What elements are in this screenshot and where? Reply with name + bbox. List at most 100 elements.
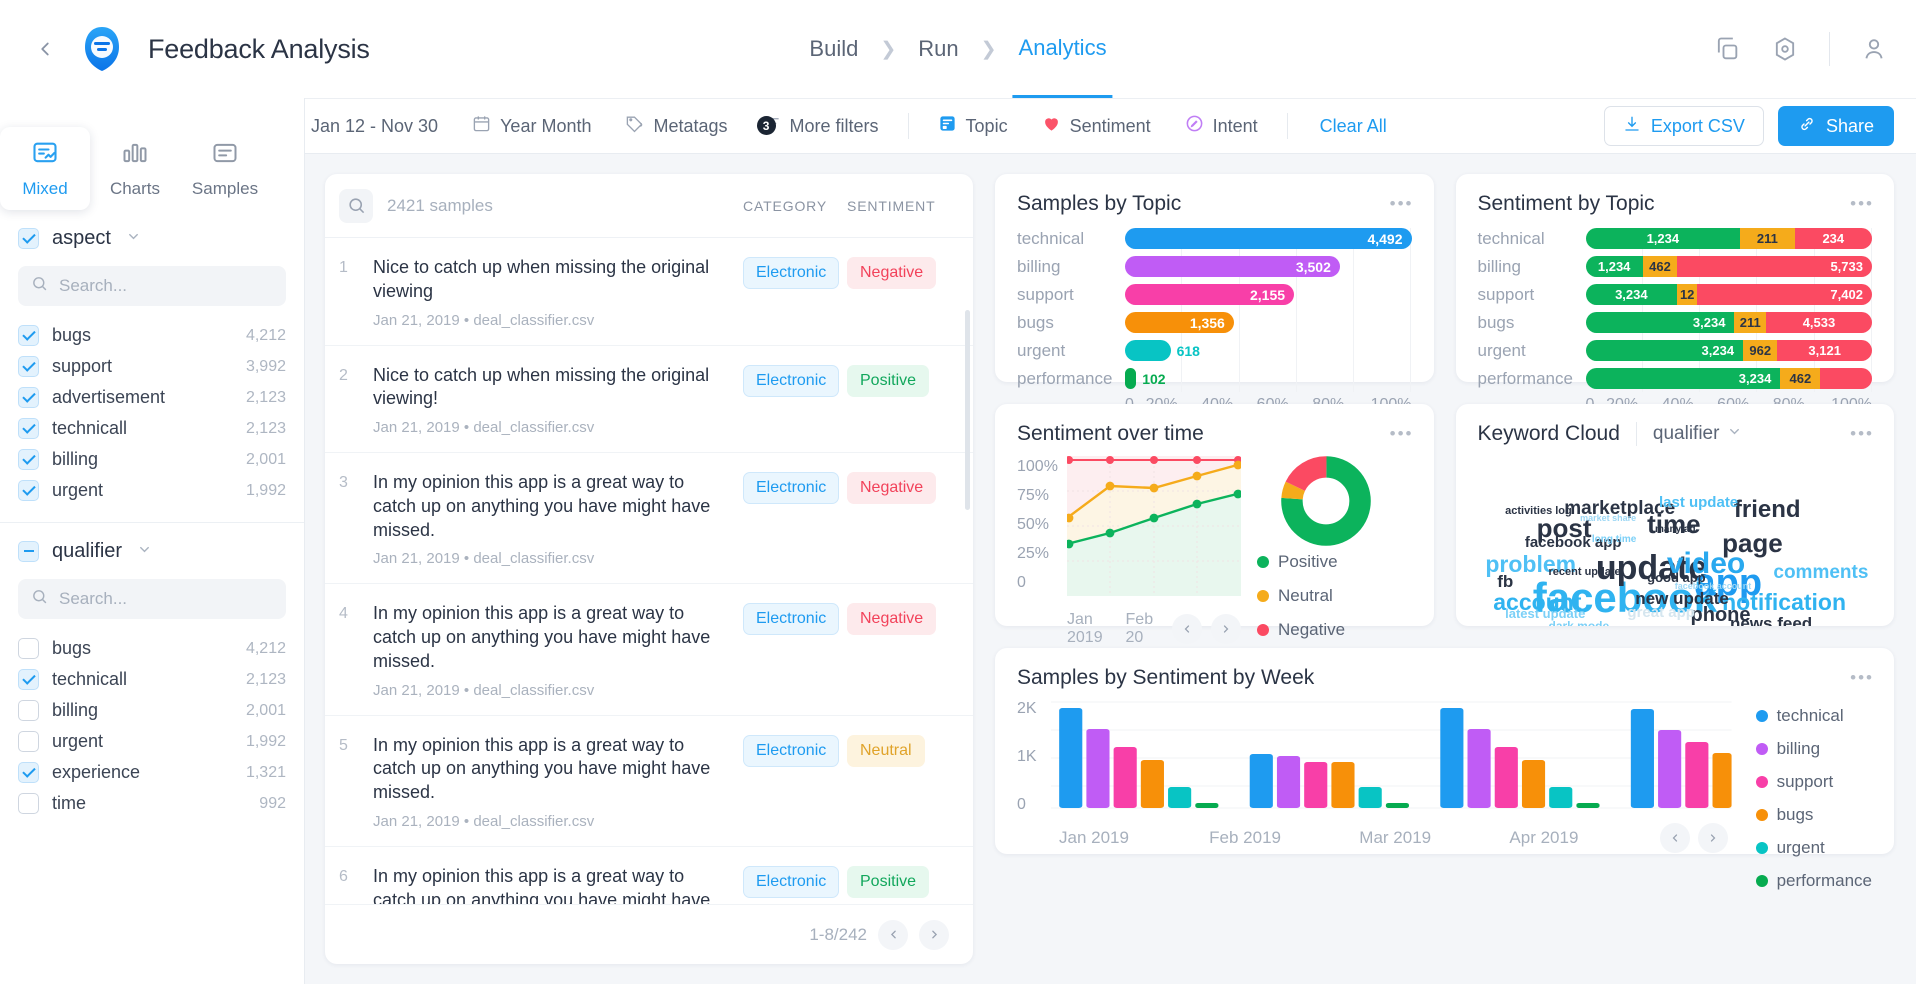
model-chip-topic[interactable]: Topic [921,114,1025,138]
chart-next-button[interactable] [1211,614,1241,644]
filter-more-filters[interactable]: 3 More filters [745,114,896,138]
tab-mixed[interactable]: Mixed [0,127,90,210]
facet-item-checkbox[interactable] [18,762,39,783]
facet-item-checkbox[interactable] [18,669,39,690]
chart-prev-button[interactable] [1659,823,1690,853]
search-icon[interactable] [339,188,373,223]
facet-item[interactable]: billing 2,001 [18,695,286,726]
user-icon[interactable] [1860,35,1888,63]
filter-granularity[interactable]: Year Month [455,114,608,138]
bar-row[interactable]: performance 102 [1017,368,1412,389]
keyword[interactable]: many ad [1655,524,1696,535]
table-row[interactable]: 2 Nice to catch up when missing the orig… [325,346,973,453]
chevron-down-icon[interactable] [126,227,141,250]
keyword[interactable]: great app [1627,604,1695,621]
facet-item-checkbox[interactable] [18,700,39,721]
model-chip-sentiment[interactable]: Sentiment [1025,114,1168,138]
more-icon[interactable]: ••• [1390,194,1414,214]
back-button[interactable] [28,32,62,66]
keyword[interactable]: friend [1734,496,1801,524]
keyword[interactable]: page [1722,528,1783,559]
chevron-down-icon[interactable] [137,540,152,563]
more-icon[interactable]: ••• [1850,194,1874,214]
breadcrumb-item-build[interactable]: Build [803,0,864,98]
table-row[interactable]: 3 In my opinion this app is a great way … [325,453,973,585]
bar-row[interactable]: bugs 1,356 [1017,312,1412,333]
keyword[interactable]: facebook account [1675,581,1752,591]
facet-item[interactable]: billing 2,001 [18,444,286,475]
facet-item-checkbox[interactable] [18,356,39,377]
bar-row[interactable]: technical 1,234 211 234 [1478,228,1873,249]
facet-item-checkbox[interactable] [18,480,39,501]
table-row[interactable]: 1 Nice to catch up when missing the orig… [325,238,973,346]
keyword[interactable]: long time [1592,534,1636,545]
model-chip-intent[interactable]: Intent [1168,114,1275,138]
more-icon[interactable]: ••• [1850,668,1874,688]
keyword[interactable]: recent update [1549,566,1621,578]
bar-row[interactable]: billing 3,502 [1017,256,1412,277]
bar-row[interactable]: performance 3,234 462 [1478,368,1873,389]
keyword[interactable]: news feed [1730,614,1812,627]
facet-item-checkbox[interactable] [18,325,39,346]
samples-scrollbar[interactable] [965,310,970,510]
sentiment-badge[interactable]: Positive [847,364,930,397]
sentiment-badge[interactable]: Neutral [847,734,925,767]
facet-aspect-search-input[interactable] [59,276,273,296]
clear-all-button[interactable]: Clear All [1300,116,1407,137]
category-badge[interactable]: Electronic [743,734,840,767]
keyword[interactable]: dark mode [1549,619,1610,626]
facet-qualifier-header[interactable]: qualifier [18,523,286,579]
tab-samples[interactable]: Samples [180,127,270,210]
facet-item[interactable]: experience 1,321 [18,757,286,788]
facet-item[interactable]: urgent 1,992 [18,726,286,757]
more-icon[interactable]: ••• [1390,424,1414,444]
facet-qualifier-checkbox[interactable] [18,540,39,562]
bar-row[interactable]: support 3,234 12 7,402 [1478,284,1873,305]
category-badge[interactable]: Electronic [743,364,840,397]
keyword-cloud-selector[interactable]: qualifier [1653,423,1743,445]
more-icon[interactable]: ••• [1850,424,1874,444]
bar-row[interactable]: bugs 3,234 211 4,533 [1478,312,1873,333]
keyword[interactable]: market share [1580,513,1636,523]
facet-item[interactable]: technicall 2,123 [18,413,286,444]
breadcrumb-item-analytics[interactable]: Analytics [1012,0,1113,98]
chart-next-button[interactable] [1697,823,1728,853]
bar-row[interactable]: urgent 618 [1017,340,1412,361]
facet-item[interactable]: time 992 [18,788,286,819]
bar-row[interactable]: urgent 3,234 962 3,121 [1478,340,1873,361]
facet-qualifier-search-input[interactable] [59,589,273,609]
category-badge[interactable]: Electronic [743,865,840,898]
samples-search-input[interactable]: 2421 samples [387,196,743,216]
facet-item-checkbox[interactable] [18,449,39,470]
sentiment-badge[interactable]: Negative [847,257,937,289]
chart-keyword-cloud[interactable]: facebook update app video post time page… [1478,452,1873,626]
facet-aspect-header[interactable]: aspect [18,210,286,266]
keyword[interactable]: comments [1773,562,1868,584]
keyword[interactable]: fb [1497,572,1513,592]
facet-item[interactable]: technicall 2,123 [18,664,286,695]
category-badge[interactable]: Electronic [743,257,840,289]
table-row[interactable]: 6 In my opinion this app is a great way … [325,847,973,904]
pagination-prev-button[interactable] [878,919,908,950]
sentiment-badge[interactable]: Negative [847,472,937,504]
samples-list[interactable]: 1 Nice to catch up when missing the orig… [325,238,973,904]
bar-row[interactable]: billing 1,234 462 5,733 [1478,256,1873,277]
facet-item-checkbox[interactable] [18,418,39,439]
bar-row[interactable]: technical 4,492 [1017,228,1412,249]
facet-item-checkbox[interactable] [18,638,39,659]
facet-item[interactable]: bugs 4,212 [18,633,286,664]
keyword[interactable]: last update [1659,494,1738,511]
keyword[interactable]: activities log [1505,505,1572,517]
facet-qualifier-search[interactable] [18,579,286,619]
facet-item-checkbox[interactable] [18,387,39,408]
share-button[interactable]: Share [1777,106,1894,146]
sentiment-badge[interactable]: Positive [847,865,930,898]
copy-icon[interactable] [1713,35,1741,63]
category-badge[interactable]: Electronic [743,603,840,636]
table-row[interactable]: 4 In my opinion this app is a great way … [325,584,973,716]
export-csv-button[interactable]: Export CSV [1603,106,1764,146]
table-row[interactable]: 5 In my opinion this app is a great way … [325,716,973,847]
facet-item-checkbox[interactable] [18,793,39,814]
filter-metatags[interactable]: Metatags [608,114,744,138]
facet-item[interactable]: bugs 4,212 [18,320,286,351]
